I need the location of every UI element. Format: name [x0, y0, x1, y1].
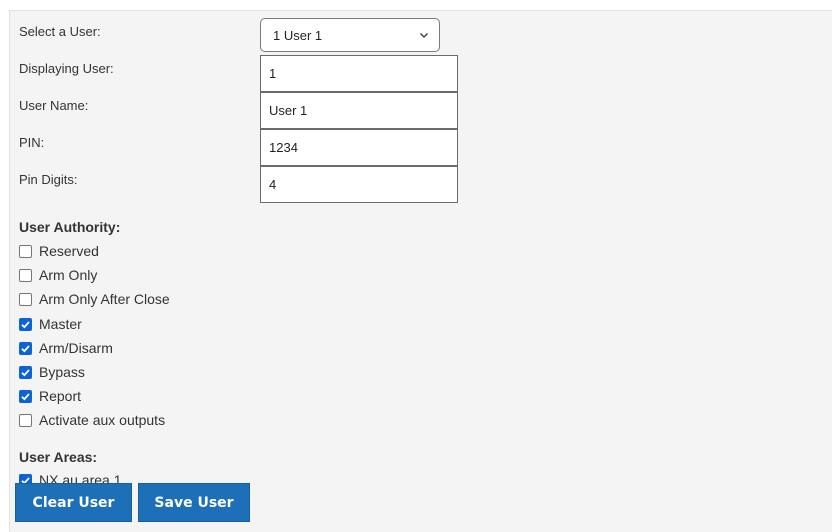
save-user-button[interactable]: Save User — [138, 483, 250, 522]
pin-digits-label: Pin Digits: — [19, 172, 78, 187]
checkmark-icon — [19, 389, 32, 403]
clear-user-button[interactable]: Clear User — [15, 483, 132, 522]
checkmark-icon — [19, 341, 32, 355]
checkbox-label: Report — [39, 388, 82, 404]
authority-bypass-checkbox[interactable]: Bypass — [19, 363, 85, 381]
pin-digits-field[interactable] — [260, 166, 458, 203]
user-name-field[interactable] — [260, 92, 458, 129]
checkbox-label: Master — [39, 316, 82, 332]
pin-label: PIN: — [19, 135, 45, 150]
page: Select a User: 1 User 1 Displaying User:… — [0, 0, 832, 532]
authority-arm-only-checkbox[interactable]: Arm Only — [19, 266, 97, 284]
checkmark-icon — [19, 365, 32, 379]
authority-activate-aux-outputs-checkbox[interactable]: Activate aux outputs — [19, 411, 165, 429]
checkmark-icon — [19, 317, 32, 331]
displaying-user-label: Displaying User: — [19, 61, 114, 76]
authority-arm-only-after-close-checkbox[interactable]: Arm Only After Close — [19, 290, 170, 308]
user-name-label: User Name: — [19, 98, 89, 113]
authority-arm-disarm-checkbox[interactable]: Arm/Disarm — [19, 339, 113, 357]
checkbox-label: Arm/Disarm — [39, 340, 113, 356]
checkbox-unchecked-icon — [19, 268, 32, 282]
checkbox-label: Activate aux outputs — [39, 412, 166, 428]
select-user-label: Select a User: — [19, 24, 101, 39]
checkbox-unchecked-icon — [19, 413, 32, 427]
user-select-value: 1 User 1 — [273, 27, 323, 43]
authority-report-checkbox[interactable]: Report — [19, 387, 81, 405]
authority-master-checkbox[interactable]: Master — [19, 315, 82, 333]
authority-reserved-checkbox[interactable]: Reserved — [19, 242, 99, 260]
displaying-user-field[interactable] — [260, 55, 458, 92]
pin-field[interactable] — [260, 129, 458, 166]
checkbox-label: Arm Only After Close — [39, 291, 170, 307]
user-areas-title: User Areas: — [19, 449, 98, 465]
user-select-dropdown[interactable]: 1 User 1 — [260, 18, 440, 52]
user-authority-title: User Authority: — [19, 219, 121, 235]
checkbox-unchecked-icon — [19, 292, 32, 306]
checkbox-unchecked-icon — [19, 244, 32, 258]
user-form-panel: Select a User: 1 User 1 Displaying User:… — [9, 10, 832, 532]
chevron-down-icon — [420, 33, 428, 38]
checkbox-label: Bypass — [39, 364, 85, 380]
checkbox-label: Reserved — [39, 243, 99, 259]
checkbox-label: Arm Only — [39, 267, 98, 283]
